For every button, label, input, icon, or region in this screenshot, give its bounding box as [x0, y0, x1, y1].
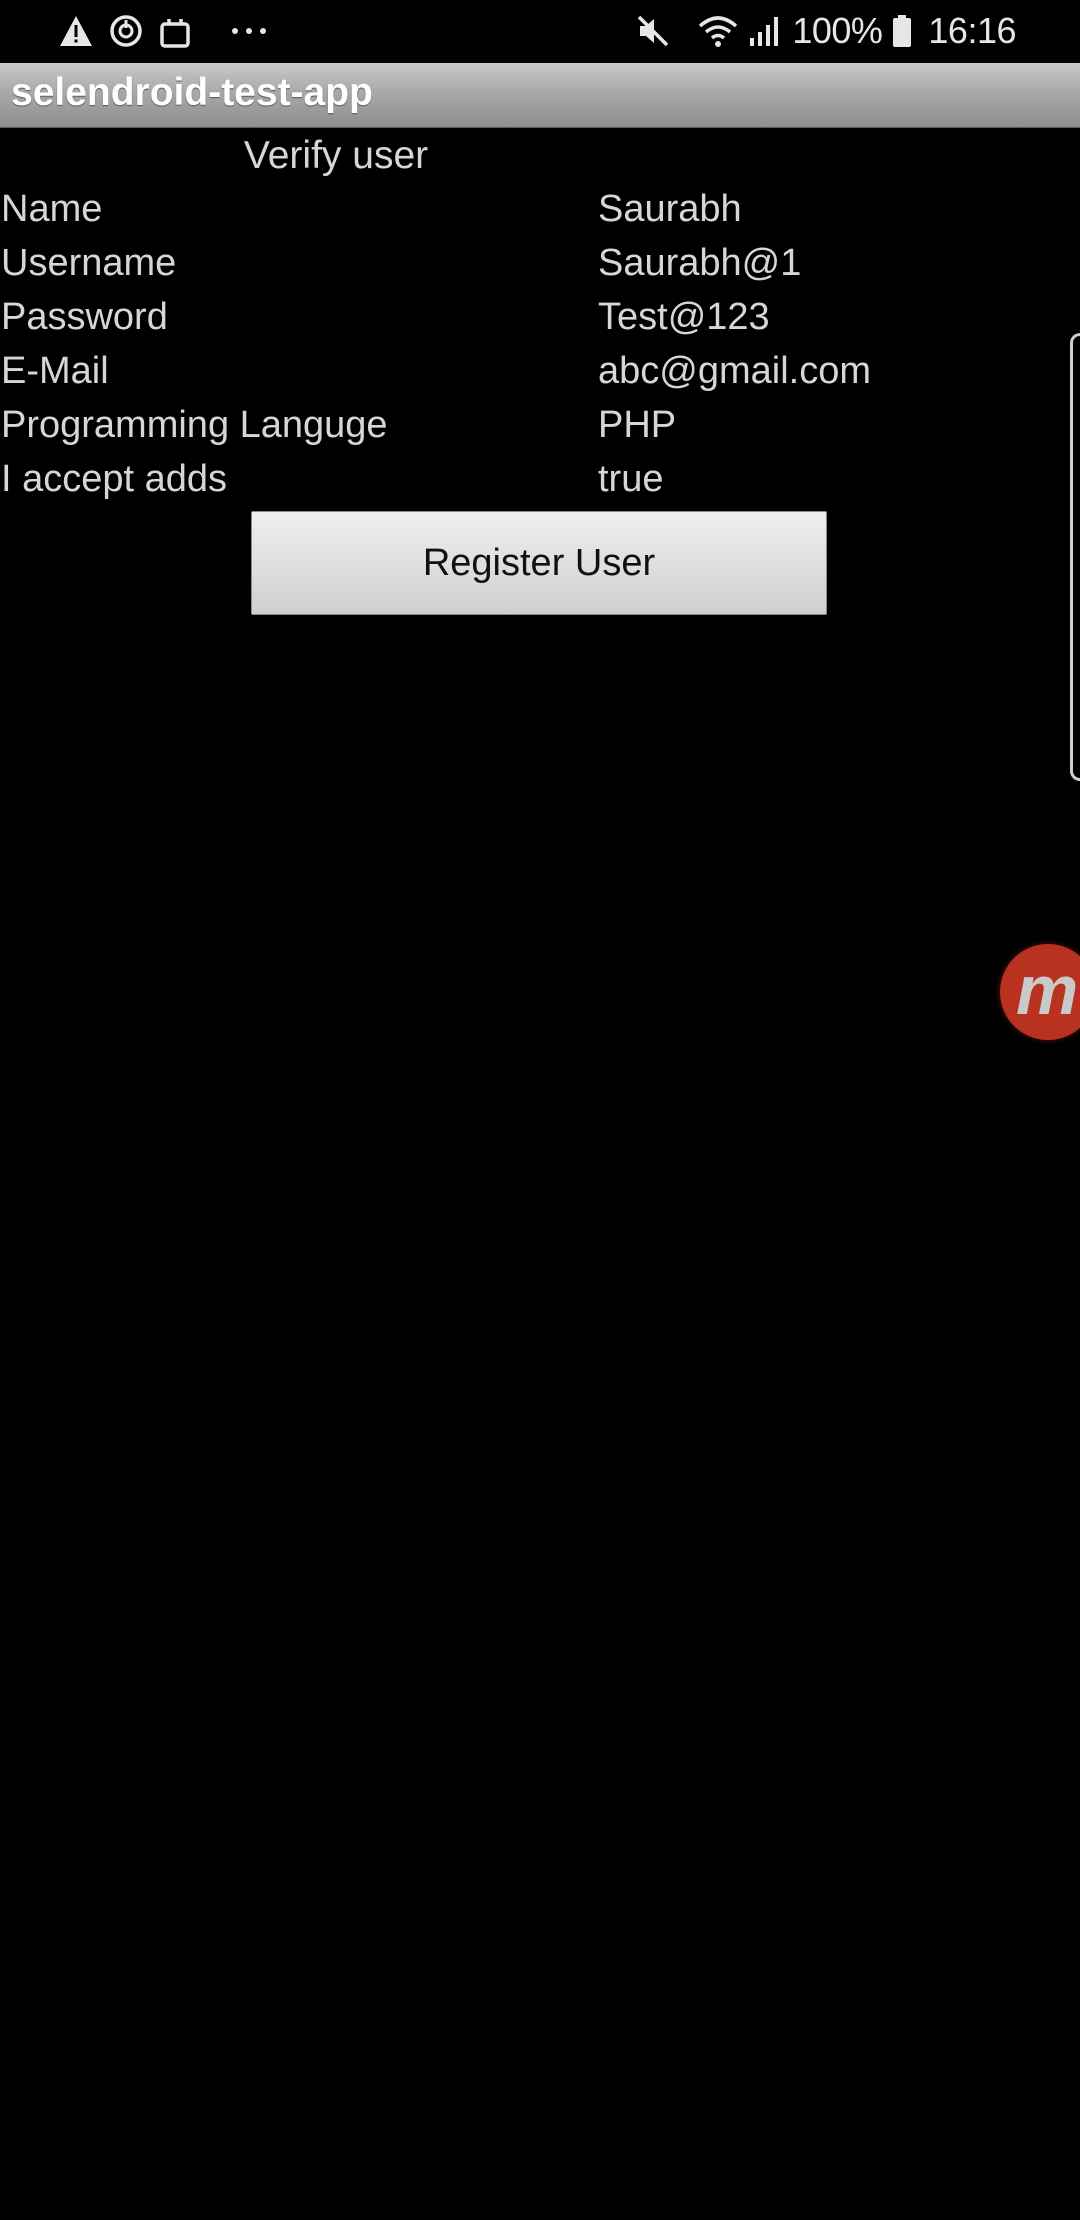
- sync-icon: [108, 13, 144, 49]
- status-left-icons: [58, 10, 268, 52]
- wifi-icon: [698, 14, 738, 48]
- email-value: abc@gmail.com: [598, 350, 871, 392]
- signal-icon: [748, 14, 782, 48]
- programming-language-value: PHP: [598, 404, 677, 446]
- screen: 100% 16:16 selendroid-test-app Verify us…: [0, 0, 1080, 2220]
- status-right-icons: 100% 16:16: [636, 6, 1016, 56]
- field-row-password: Password Test@123: [0, 296, 1080, 350]
- field-row-accept-adds: I accept adds true: [0, 458, 1080, 512]
- shopping-bag-icon: [158, 13, 192, 49]
- accept-adds-value: true: [598, 458, 664, 500]
- field-row-username: Username Saurabh@1: [0, 242, 1080, 296]
- accept-adds-label: I accept adds: [1, 458, 228, 500]
- password-label: Password: [1, 296, 168, 338]
- battery-icon: [892, 14, 912, 48]
- username-value: Saurabh@1: [598, 242, 802, 284]
- clock: 16:16: [928, 10, 1016, 51]
- programming-language-label: Programming Languge: [1, 404, 388, 446]
- field-row-name: Name Saurabh: [0, 188, 1080, 242]
- password-value: Test@123: [598, 296, 770, 338]
- name-label: Name: [1, 188, 103, 230]
- floating-app-badge[interactable]: m: [1000, 944, 1080, 1040]
- field-row-programming-language: Programming Languge PHP: [0, 404, 1080, 458]
- email-label: E-Mail: [1, 350, 109, 392]
- page-title: Verify user: [243, 134, 429, 177]
- field-row-email: E-Mail abc@gmail.com: [0, 350, 1080, 404]
- app-title: selendroid-test-app: [11, 71, 373, 114]
- action-bar: selendroid-test-app: [0, 63, 1080, 128]
- username-label: Username: [1, 242, 177, 284]
- edge-panel-handle[interactable]: [1070, 333, 1080, 781]
- battery-percent: 100%: [792, 10, 883, 51]
- name-value: Saurabh: [598, 188, 742, 230]
- mute-icon: [636, 14, 670, 48]
- badge-letter: m: [1016, 951, 1079, 1029]
- register-user-button[interactable]: Register User: [251, 511, 827, 615]
- warning-icon: [58, 14, 94, 48]
- more-dots-icon: [230, 26, 268, 36]
- status-bar: 100% 16:16: [0, 0, 1080, 62]
